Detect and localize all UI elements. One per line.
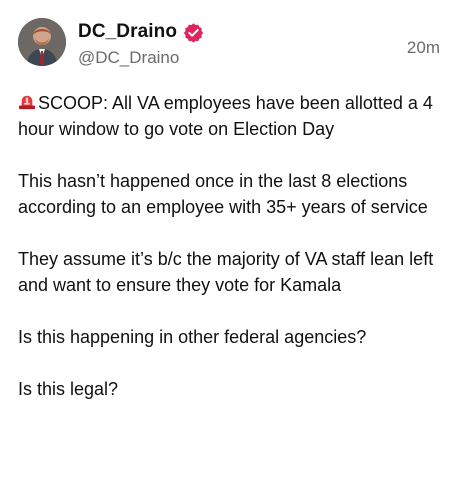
post-paragraph-3: They assume it’s b/c the majority of VA … [18, 249, 434, 295]
author-name-block: DC_Draino @DC_Draino [78, 19, 378, 68]
post-paragraph-1: SCOOP: All VA employees have been allott… [18, 90, 446, 142]
post-body: SCOOP: All VA employees have been allott… [18, 90, 446, 428]
author-handle[interactable]: @DC_Draino [78, 48, 378, 68]
author-avatar[interactable] [18, 18, 66, 66]
post-timestamp[interactable]: 20m [407, 38, 440, 58]
verified-badge-icon [183, 22, 204, 43]
post-paragraph-text: SCOOP: All VA employees have been allott… [18, 93, 433, 139]
police-siren-icon [18, 94, 36, 110]
post-paragraph-4: Is this happening in other federal agenc… [18, 327, 367, 347]
post-paragraph-5: Is this legal? [18, 379, 119, 399]
post-paragraph-2: This hasn’t happened once in the last 8 … [18, 171, 428, 217]
display-name-row: DC_Draino [78, 19, 378, 45]
post-header: DC_Draino @DC_Draino 20m [18, 18, 442, 74]
author-display-name[interactable]: DC_Draino [78, 21, 177, 43]
post-card: DC_Draino @DC_Draino 20m SCOOP: All VA e… [0, 0, 460, 500]
